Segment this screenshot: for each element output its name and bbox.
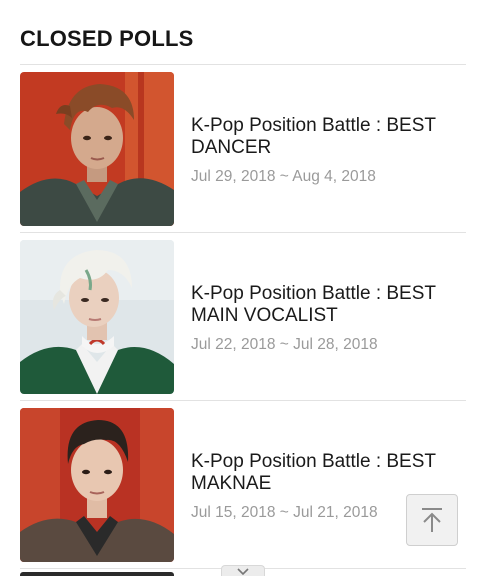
show-more-handle[interactable] — [221, 565, 265, 576]
poll-item-best-maknae[interactable]: K-Pop Position Battle : BEST MAKNAE Jul … — [20, 401, 466, 569]
poll-item-best-dancer[interactable]: K-Pop Position Battle : BEST DANCER Jul … — [20, 65, 466, 233]
portrait-image — [20, 240, 174, 394]
portrait-image — [20, 72, 174, 226]
poll-list: K-Pop Position Battle : BEST DANCER Jul … — [20, 64, 466, 569]
poll-thumbnail[interactable] — [20, 408, 174, 562]
poll-text: K-Pop Position Battle : BEST MAIN VOCALI… — [191, 283, 466, 354]
poll-title[interactable]: K-Pop Position Battle : BEST MAIN VOCALI… — [191, 283, 466, 327]
poll-dates: Jul 29, 2018 ~ Aug 4, 2018 — [191, 168, 376, 185]
poll-thumbnail[interactable] — [20, 72, 174, 226]
poll-title[interactable]: K-Pop Position Battle : BEST DANCER — [191, 115, 466, 159]
section-title: CLOSED POLLS — [20, 26, 194, 51]
chevron-down-icon — [237, 568, 249, 575]
back-to-top-button[interactable] — [406, 494, 458, 546]
poll-title[interactable]: K-Pop Position Battle : BEST MAKNAE — [191, 451, 466, 495]
poll-dates: Jul 22, 2018 ~ Jul 28, 2018 — [191, 336, 378, 353]
portrait-image — [20, 408, 174, 562]
poll-thumbnail[interactable] — [20, 240, 174, 394]
next-poll-thumbnail[interactable] — [20, 572, 174, 576]
poll-text: K-Pop Position Battle : BEST DANCER Jul … — [191, 115, 466, 186]
arrow-up-icon — [422, 508, 442, 532]
poll-item-best-main-vocalist[interactable]: K-Pop Position Battle : BEST MAIN VOCALI… — [20, 233, 466, 401]
closed-polls-page: CLOSED POLLS K-Pop Position Battle: BES… — [0, 0, 480, 576]
